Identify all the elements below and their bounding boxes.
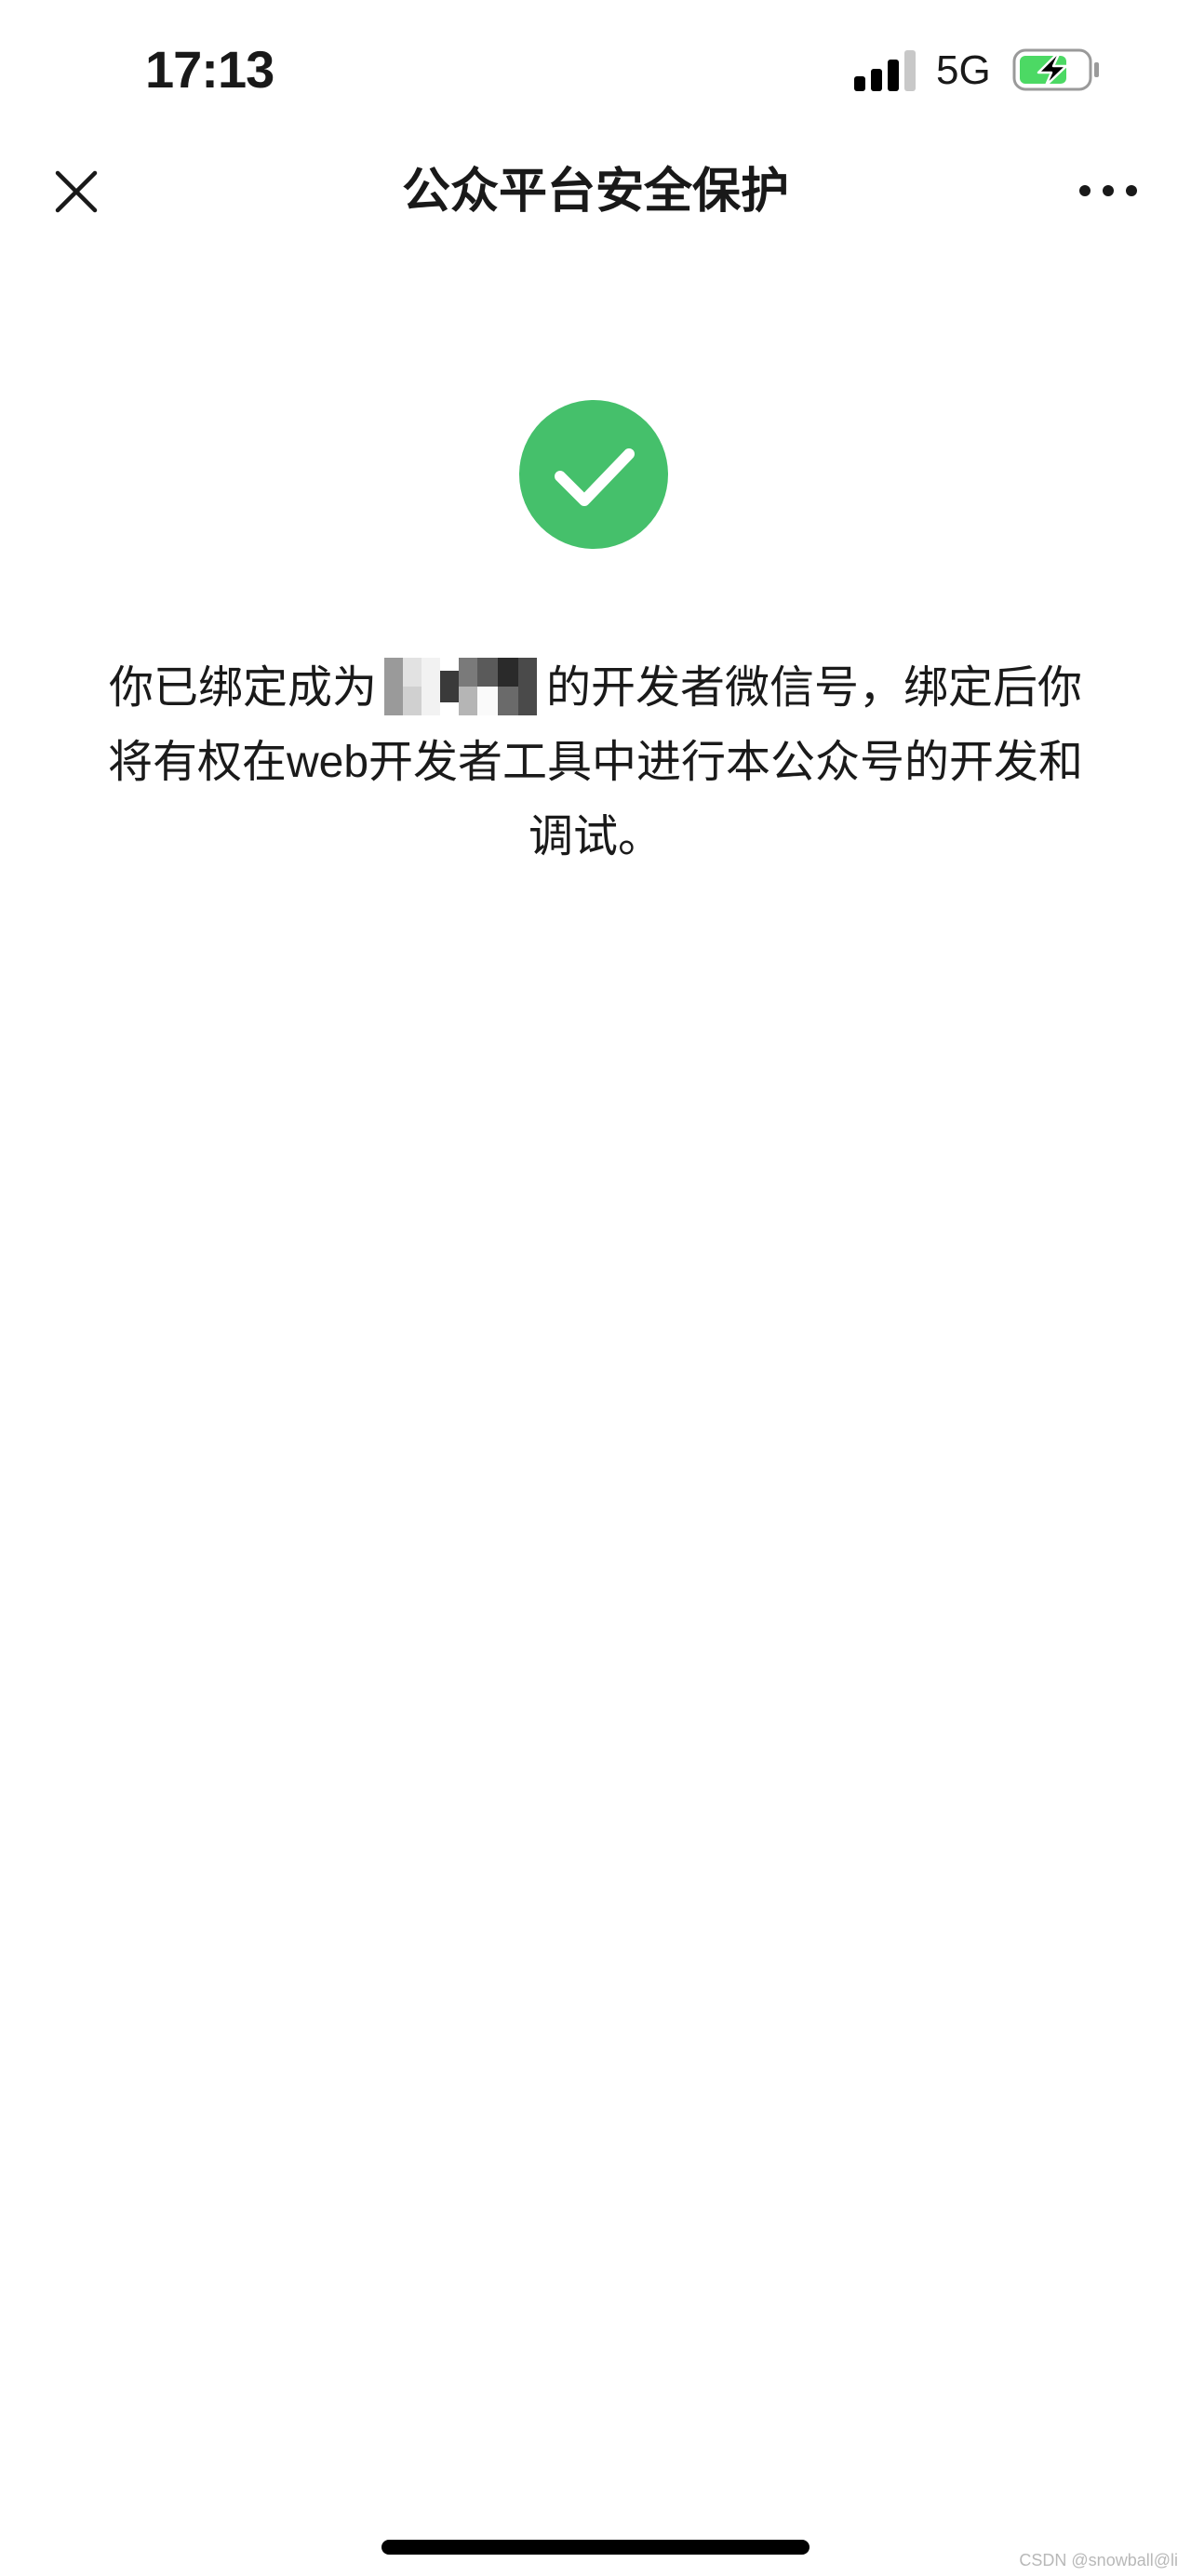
binding-success-message: 你已绑定成为 的开发者微信号，绑定后你将有权在web开发者工具中进行本公众号的开… — [89, 651, 1102, 874]
nav-bar: 公众平台安全保护 — [0, 140, 1191, 244]
status-bar: 17:13 5G — [0, 0, 1191, 140]
masked-account-name — [384, 658, 537, 715]
success-check-icon — [519, 400, 668, 549]
cellular-signal-icon — [854, 50, 916, 91]
watermark: CSDN @snowball@li — [1019, 2551, 1178, 2569]
page-title: 公众平台安全保护 — [401, 165, 789, 219]
message-text-start: 你已绑定成为 — [108, 663, 377, 713]
status-time: 17:13 — [145, 40, 274, 99]
network-label: 5G — [936, 47, 991, 93]
close-icon[interactable] — [48, 164, 104, 220]
more-dots-icon[interactable] — [1076, 167, 1141, 214]
battery-charging-icon — [1012, 48, 1099, 91]
home-indicator[interactable] — [381, 2540, 810, 2555]
